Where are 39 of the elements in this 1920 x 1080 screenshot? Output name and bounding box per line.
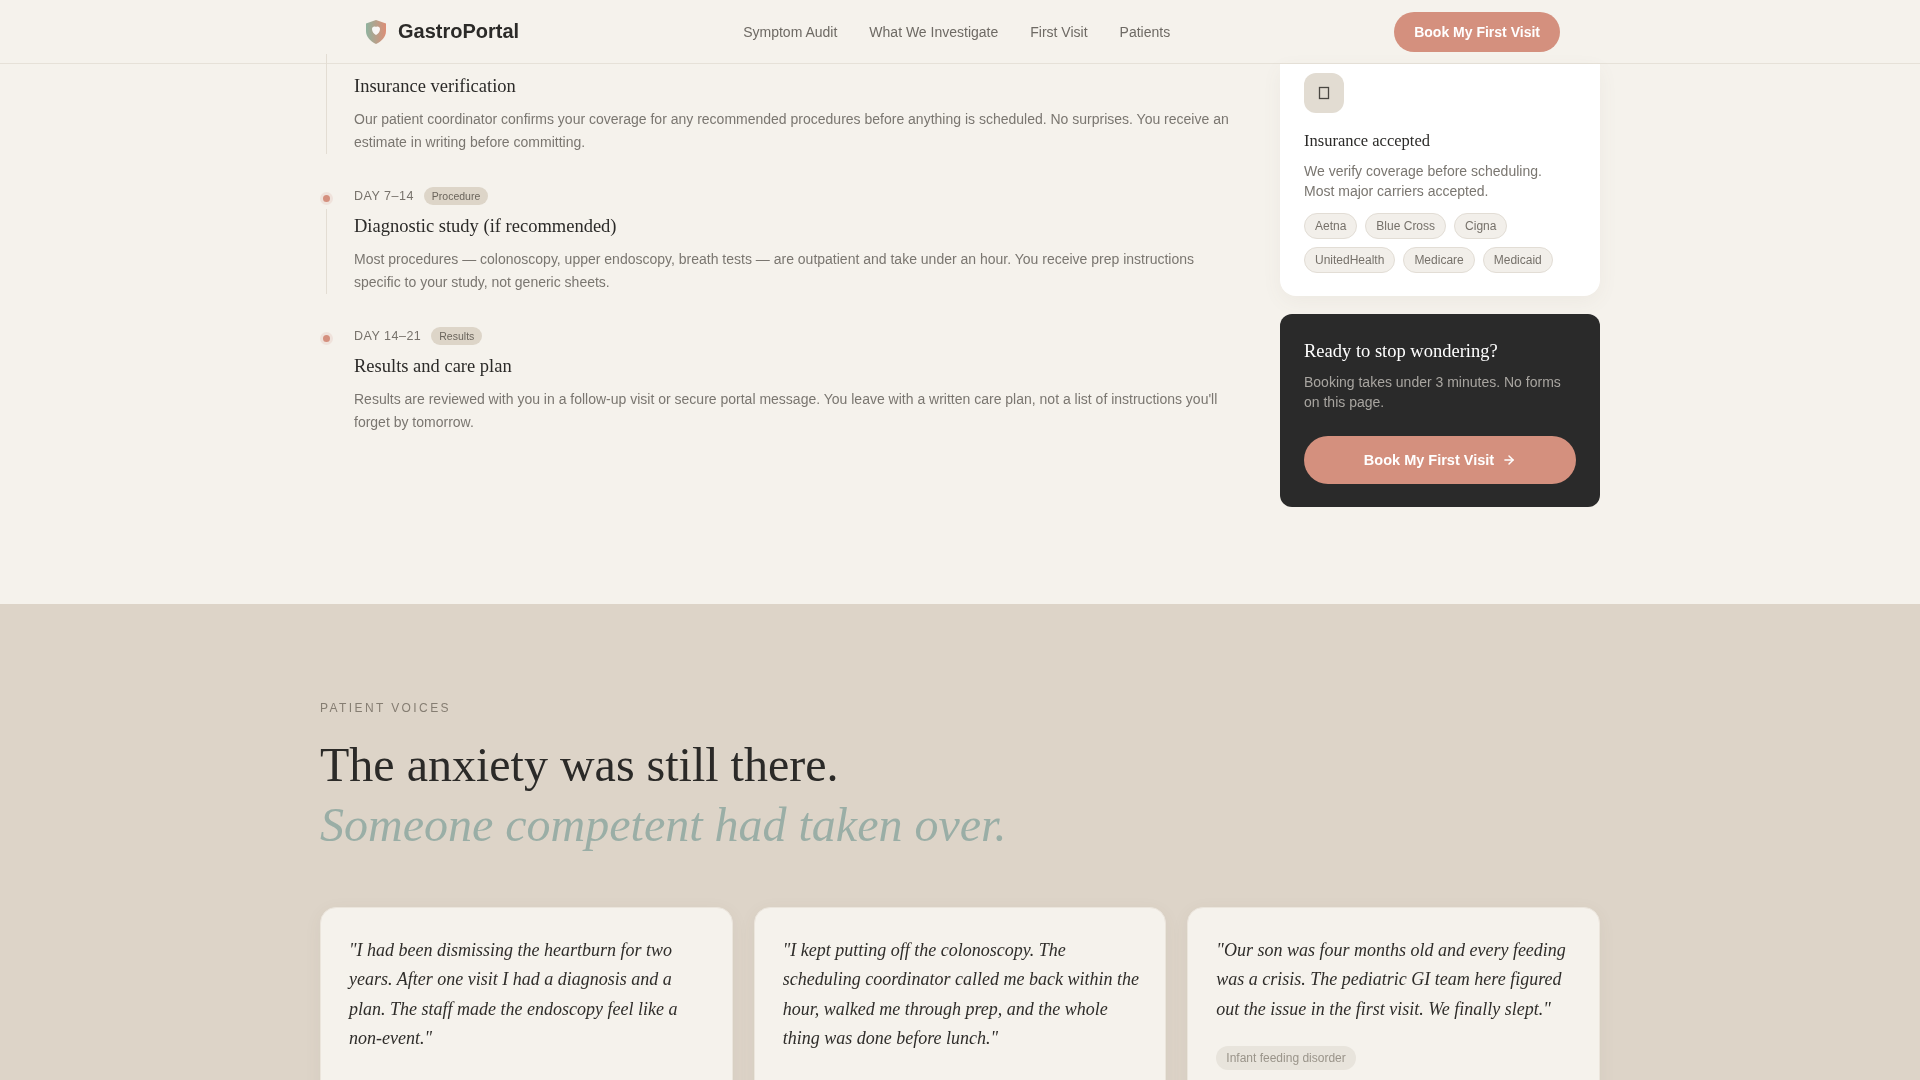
day-range-label: DAY 7–14 — [354, 189, 414, 203]
section-eyebrow: PATIENT VOICES — [320, 701, 452, 715]
square-icon — [1304, 73, 1344, 113]
shield-logo-icon — [366, 19, 386, 44]
step-title: Results and care plan — [354, 355, 513, 378]
book-visit-button[interactable]: Book My First Visit — [1394, 11, 1560, 52]
nav-link[interactable]: First Visit — [1030, 23, 1088, 40]
timeline-dot-icon — [320, 192, 333, 205]
step-title: Insurance verification — [354, 75, 517, 98]
timeline-dot-icon — [320, 332, 333, 345]
carrier-tag: Blue Cross — [1365, 213, 1447, 239]
nav-link[interactable]: Patients — [1119, 23, 1171, 40]
book-visit-button[interactable]: Book My First Visit — [1304, 436, 1576, 484]
testimonial-quote: "I kept putting off the colonoscopy. The scheduling coordinator called me back within the hour, walked me through prep, and the whole thing was done before lunch." — [782, 939, 1140, 1051]
step-title: Diagnostic study (if recommended) — [354, 215, 618, 238]
step-description: Our patient coordinator confirms your coverage for any recommended procedures before anything is scheduled. No surprises. You receive an estimate in writing before committing. — [354, 110, 1230, 152]
carrier-tag: Medicare — [1403, 247, 1475, 273]
condition-tag: Infant feeding disorder — [1216, 1046, 1356, 1071]
card-title: Insurance accepted — [1304, 131, 1431, 151]
carrier-tag: Medicaid — [1482, 247, 1553, 273]
testimonial-quote: "Our son was four months old and every feeding was a crisis. The pediatric GI team here figured out the issue in the first visit. We finally slept." — [1216, 939, 1567, 1021]
step-description: Most procedures — colonoscopy, upper endoscopy, breath tests — are outpatient and take under an hour. You receive prep instructions specific to your study, not generic sheets. — [354, 250, 1195, 292]
carrier-tag: Aetna — [1304, 213, 1358, 239]
card-description: We verify coverage before scheduling. Most major carriers accepted. — [1304, 162, 1543, 201]
carrier-tag: UnitedHealth — [1304, 247, 1396, 273]
nav-link[interactable]: What We Investigate — [869, 23, 999, 40]
carrier-tag: Cigna — [1454, 213, 1508, 239]
step-description: Results are reviewed with you in a follow-up visit or secure portal message. You leave with a written care plan, not a list of instructions you'll forget by tomorrow. — [354, 390, 1219, 432]
testimonial-quote: "I had been dismissing the heartburn for two years. After one visit I had a diagnosis and a plan. The staff made the endoscopy feel like a non-event." — [349, 939, 679, 1051]
arrow-right-icon — [1502, 453, 1517, 467]
brand-name: GastroPortal — [398, 20, 520, 43]
section-heading-accent: Someone competent had taken over. — [320, 797, 1008, 853]
card-description: Booking takes under 3 minutes. No forms on this page. — [1304, 373, 1562, 412]
section-heading: The anxiety was still there. — [320, 737, 840, 793]
card-title: Ready to stop wondering? — [1304, 341, 1499, 362]
step-tag: Procedure — [423, 187, 489, 205]
step-tag: Results — [431, 327, 483, 345]
day-range-label: DAY 14–21 — [354, 329, 422, 343]
nav-link[interactable]: Symptom Audit — [743, 23, 838, 40]
